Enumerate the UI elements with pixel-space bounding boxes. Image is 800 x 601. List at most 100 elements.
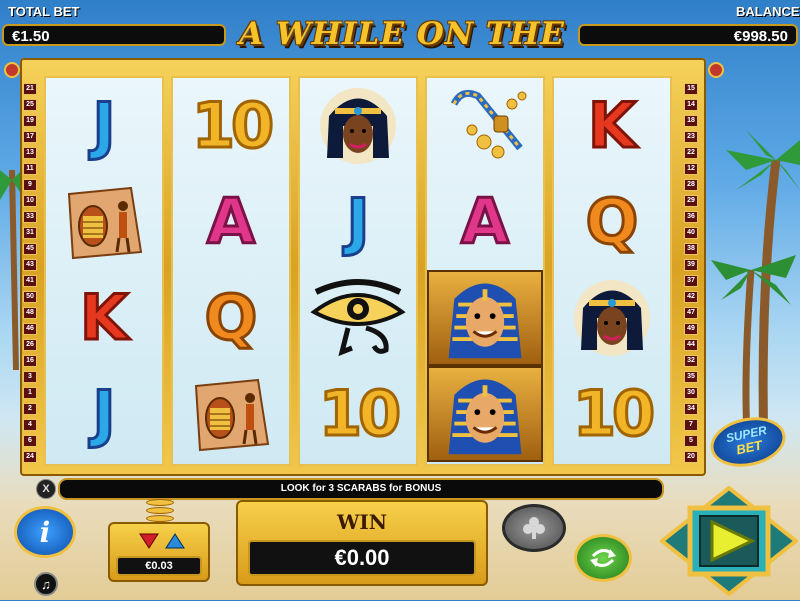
- payline-indicator[interactable]: 36: [684, 211, 698, 223]
- payline-indicator[interactable]: 44: [684, 339, 698, 351]
- payline-indicators-right: 15 14 18 23 22 12 28 29 36 40 38 39 37 42 47 49 44 32 35 30…: [684, 82, 698, 467]
- music-button[interactable]: ♫: [34, 572, 58, 596]
- payline-indicator[interactable]: 7: [684, 419, 698, 431]
- reel-5: K Q 10: [552, 76, 672, 466]
- payline-indicator[interactable]: 4: [23, 419, 37, 431]
- symbol-q: Q: [584, 185, 640, 258]
- payline-indicator[interactable]: 11: [23, 163, 37, 175]
- payline-indicator[interactable]: 41: [23, 275, 37, 287]
- cleopatra-icon: [574, 280, 650, 356]
- decrease-coin-icon[interactable]: [139, 533, 159, 549]
- eye-of-horus-icon: [310, 279, 406, 357]
- payline-indicator[interactable]: 14: [684, 99, 698, 111]
- close-glyph: X: [42, 483, 50, 495]
- payline-indicator[interactable]: 15: [684, 83, 698, 95]
- increase-coin-icon[interactable]: [165, 533, 185, 549]
- reel-2-symbol-3: Q: [173, 270, 289, 366]
- close-icon[interactable]: X: [36, 479, 56, 499]
- coin-value-panel: €0.03: [108, 522, 210, 582]
- reel-3-symbol-4: 10: [300, 366, 416, 462]
- reel-4-symbol-4: [427, 366, 543, 462]
- payline-indicator[interactable]: 37: [684, 275, 698, 287]
- symbol-j: J: [91, 377, 117, 450]
- scarab-tablet-icon: [194, 378, 270, 452]
- reel-2-symbol-1: 10: [173, 78, 289, 174]
- reel-3-symbol-1: [300, 78, 416, 174]
- symbol-a: A: [460, 185, 511, 258]
- autoplay-button[interactable]: [574, 534, 632, 582]
- gamble-button[interactable]: [502, 504, 566, 552]
- payline-indicator[interactable]: 1: [23, 387, 37, 399]
- payline-indicator[interactable]: 13: [23, 147, 37, 159]
- reel-5-symbol-3: [554, 270, 670, 366]
- payline-indicator[interactable]: 2: [23, 403, 37, 415]
- reel-4-symbol-2: A: [427, 174, 543, 270]
- payline-indicator[interactable]: 28: [684, 179, 698, 191]
- win-value-display: €0.00: [248, 540, 476, 576]
- spin-button-graphic: [658, 485, 800, 597]
- payline-indicator[interactable]: 46: [23, 323, 37, 335]
- reel-5-symbol-1: K: [554, 78, 670, 174]
- payline-indicator[interactable]: 35: [684, 371, 698, 383]
- info-icon: i: [39, 515, 51, 549]
- payline-indicator[interactable]: 10: [23, 195, 37, 207]
- payline-indicator[interactable]: 18: [684, 115, 698, 127]
- payline-indicator[interactable]: 19: [23, 115, 37, 127]
- payline-indicator[interactable]: 32: [684, 355, 698, 367]
- payline-indicator[interactable]: 50: [23, 291, 37, 303]
- payline-indicator[interactable]: 39: [684, 259, 698, 271]
- payline-indicator[interactable]: 16: [23, 355, 37, 367]
- reel-2-symbol-2: A: [173, 174, 289, 270]
- payline-indicator[interactable]: 49: [684, 323, 698, 335]
- payline-indicator[interactable]: 30: [684, 387, 698, 399]
- autoplay-icon: [590, 549, 616, 567]
- payline-indicator[interactable]: 42: [684, 291, 698, 303]
- spin-button[interactable]: [658, 485, 800, 597]
- total-bet-label: TOTAL BET: [8, 4, 80, 19]
- total-bet-display: €1.50: [2, 24, 226, 46]
- balance-label: BALANCE: [736, 4, 800, 19]
- payline-indicator[interactable]: 24: [23, 451, 37, 463]
- reel-1-symbol-4: J: [46, 366, 162, 462]
- win-panel: WIN €0.00: [236, 500, 488, 586]
- payline-indicator[interactable]: 38: [684, 243, 698, 255]
- payline-indicator[interactable]: 12: [684, 163, 698, 175]
- symbol-10: 10: [317, 377, 402, 450]
- balance-value: €998.50: [733, 28, 788, 45]
- symbol-j: J: [345, 185, 371, 258]
- payline-indicator[interactable]: 48: [23, 307, 37, 319]
- payline-indicator[interactable]: 47: [684, 307, 698, 319]
- payline-indicator[interactable]: 34: [684, 403, 698, 415]
- payline-indicator[interactable]: 45: [23, 243, 37, 255]
- reel-3-symbol-3: [300, 270, 416, 366]
- pharaoh-icon: [448, 283, 522, 359]
- info-button[interactable]: i: [14, 506, 76, 558]
- palm-trees-decoration: [711, 130, 800, 450]
- symbol-k: K: [78, 281, 129, 354]
- payline-indicator[interactable]: 9: [23, 179, 37, 191]
- reel-4: A: [425, 76, 545, 466]
- reel-5-symbol-2: Q: [554, 174, 670, 270]
- payline-indicator[interactable]: 3: [23, 371, 37, 383]
- payline-indicator[interactable]: 20: [684, 451, 698, 463]
- payline-indicator[interactable]: 29: [684, 195, 698, 207]
- payline-indicator[interactable]: 5: [684, 435, 698, 447]
- payline-indicator[interactable]: 25: [23, 99, 37, 111]
- music-icon: ♫: [41, 576, 51, 592]
- reel-3-symbol-2: J: [300, 174, 416, 270]
- symbol-10: 10: [571, 377, 656, 450]
- payline-indicator[interactable]: 21: [23, 83, 37, 95]
- pharaoh-icon: [448, 379, 522, 455]
- payline-indicator[interactable]: 31: [23, 227, 37, 239]
- payline-indicator[interactable]: 43: [23, 259, 37, 271]
- payline-indicator[interactable]: 17: [23, 131, 37, 143]
- win-value: €0.00: [334, 545, 390, 570]
- payline-indicator[interactable]: 33: [23, 211, 37, 223]
- payline-indicator[interactable]: 23: [684, 131, 698, 143]
- payline-indicator[interactable]: 6: [23, 435, 37, 447]
- crook-and-coins-icon: [450, 89, 527, 159]
- payline-indicator[interactable]: 22: [684, 147, 698, 159]
- reel-1: J K J: [44, 76, 164, 466]
- payline-indicator[interactable]: 26: [23, 339, 37, 351]
- payline-indicator[interactable]: 40: [684, 227, 698, 239]
